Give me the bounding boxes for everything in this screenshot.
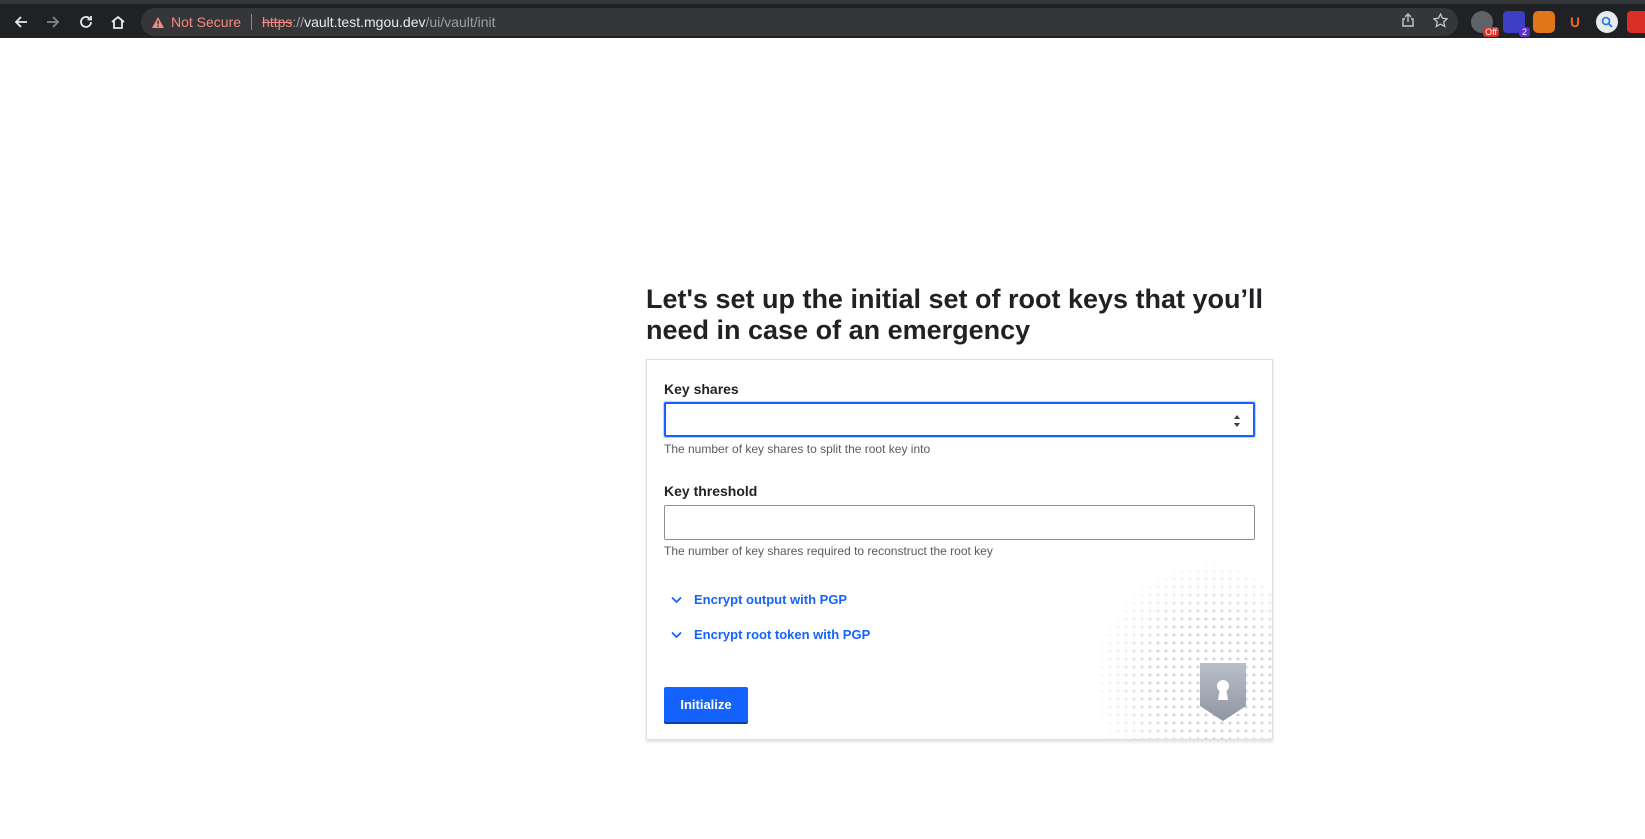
extension-count-badge: 2 [1518, 27, 1530, 37]
extension-orange-icon[interactable]: ∪ [1564, 11, 1586, 33]
key-threshold-input[interactable] [664, 505, 1255, 540]
key-shares-label: Key shares [664, 381, 739, 397]
back-icon[interactable] [9, 10, 33, 34]
metamask-fox-icon[interactable] [1533, 11, 1555, 33]
toggle-label: Encrypt root token with PGP [694, 627, 871, 642]
number-stepper-icon[interactable] [1233, 414, 1241, 428]
key-shares-input[interactable] [664, 402, 1255, 437]
browser-toolbar: Not Secure https://vault.test.mgou.dev/u… [0, 0, 1645, 38]
shield-keyhole-icon [1200, 663, 1246, 721]
reload-icon[interactable] [74, 10, 98, 34]
url-host: vault.test.mgou.dev [304, 14, 426, 30]
home-icon[interactable] [106, 10, 130, 34]
init-form-card: Key shares The number of key shares to s… [646, 359, 1273, 740]
omnibox-divider [251, 14, 253, 30]
extension-off-badge: Off [1483, 27, 1499, 37]
page-title: Let's set up the initial set of root key… [646, 284, 1264, 345]
url-text[interactable]: https://vault.test.mgou.dev/ui/vault/ini… [262, 14, 495, 30]
extension-red-icon[interactable] [1627, 11, 1645, 33]
url-scheme-separator: :// [292, 14, 305, 30]
share-icon[interactable] [1401, 13, 1415, 31]
extension-search-icon[interactable] [1596, 11, 1618, 33]
security-label: Not Secure [171, 14, 242, 30]
url-path: /ui/vault/init [425, 14, 496, 30]
key-threshold-help: The number of key shares required to rec… [664, 544, 993, 558]
initialize-button[interactable]: Initialize [664, 687, 748, 722]
address-bar[interactable]: Not Secure https://vault.test.mgou.dev/u… [141, 8, 1458, 36]
warning-icon [152, 16, 164, 28]
forward-icon[interactable] [41, 10, 65, 34]
toggle-encrypt-output-pgp[interactable]: Encrypt output with PGP [671, 592, 847, 607]
url-scheme: https [262, 14, 293, 30]
extension-privacy-icon[interactable]: Off [1471, 11, 1499, 37]
bookmark-star-icon[interactable] [1432, 12, 1449, 31]
chevron-down-icon [671, 631, 682, 638]
chevron-down-icon [671, 596, 682, 603]
toggle-encrypt-root-token-pgp[interactable]: Encrypt root token with PGP [671, 627, 870, 642]
key-shares-help: The number of key shares to split the ro… [664, 442, 931, 456]
toggle-label: Encrypt output with PGP [694, 592, 848, 607]
key-threshold-label: Key threshold [664, 483, 758, 499]
security-indicator[interactable]: Not Secure [151, 14, 241, 30]
extension-blue-icon[interactable]: 2 [1503, 11, 1530, 37]
